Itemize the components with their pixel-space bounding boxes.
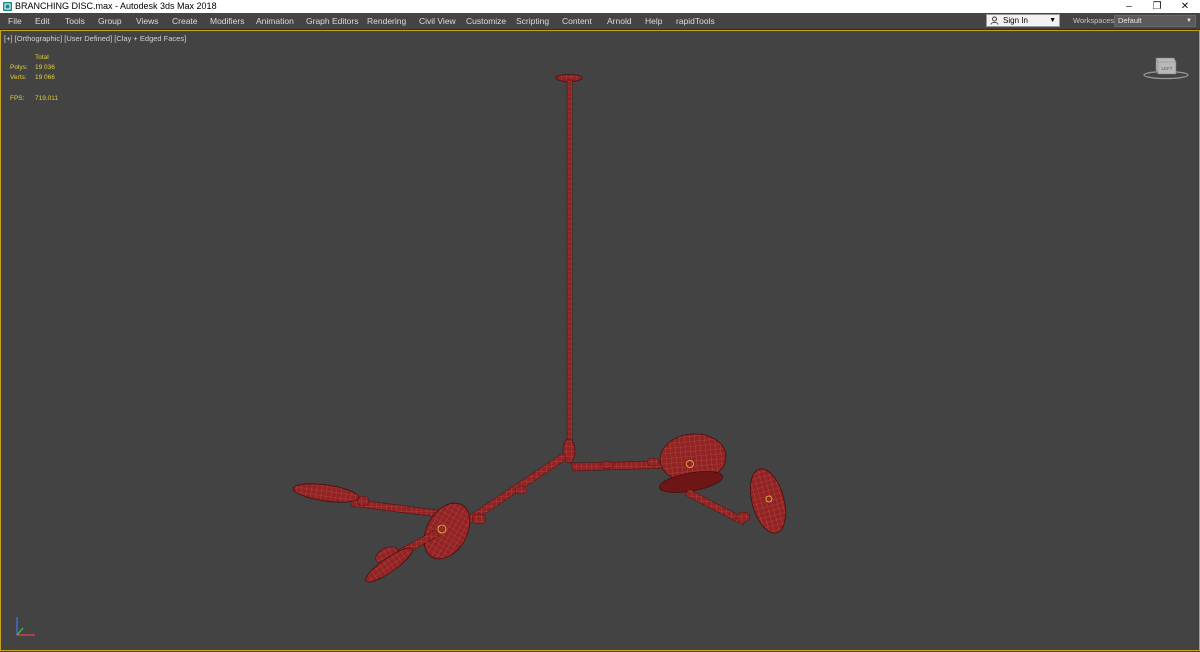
menu-views[interactable]: Views: [136, 13, 159, 29]
chandelier-model[interactable]: [1, 31, 1200, 652]
window-title: BRANCHING DISC.max - Autodesk 3ds Max 20…: [15, 1, 217, 11]
close-button[interactable]: ✕: [1168, 0, 1200, 13]
viewport-perspective[interactable]: [+] [Orthographic] [User Defined] [Clay …: [0, 30, 1200, 651]
minimize-icon: –: [1126, 1, 1132, 12]
sign-in-dropdown[interactable]: Sign In ▼: [986, 14, 1060, 27]
chevron-down-icon: ▼: [1186, 18, 1192, 24]
workspace-value: Default: [1118, 16, 1142, 25]
menu-civil-view[interactable]: Civil View: [419, 13, 456, 29]
title-bar: BRANCHING DISC.max - Autodesk 3ds Max 20…: [0, 0, 1200, 13]
menu-customize[interactable]: Customize: [466, 13, 506, 29]
sign-in-label: Sign In: [1003, 16, 1028, 25]
menu-content[interactable]: Content: [562, 13, 592, 29]
chevron-down-icon: ▼: [1049, 17, 1056, 24]
menu-edit[interactable]: Edit: [35, 13, 50, 29]
restore-icon: ❐: [1152, 1, 1162, 12]
menu-scripting[interactable]: Scripting: [516, 13, 549, 29]
chandelier-mesh: [292, 74, 787, 583]
workspaces-label: Workspaces:: [1073, 16, 1117, 25]
menu-arnold[interactable]: Arnold: [607, 13, 632, 29]
user-icon: [990, 16, 999, 28]
menu-rendering[interactable]: Rendering: [367, 13, 406, 29]
menu-create[interactable]: Create: [172, 13, 198, 29]
menu-tools[interactable]: Tools: [65, 13, 85, 29]
workspace-select[interactable]: Default ▼: [1114, 15, 1196, 27]
app-icon: [3, 2, 12, 11]
menu-animation[interactable]: Animation: [256, 13, 294, 29]
menu-graph-editors[interactable]: Graph Editors: [306, 13, 358, 29]
menu-help[interactable]: Help: [645, 13, 662, 29]
menu-group[interactable]: Group: [98, 13, 122, 29]
menu-file[interactable]: File: [8, 13, 22, 29]
menu-modifiers[interactable]: Modifiers: [210, 13, 244, 29]
menu-rapidtools[interactable]: rapidTools: [676, 13, 715, 29]
close-icon: ✕: [1180, 1, 1190, 12]
